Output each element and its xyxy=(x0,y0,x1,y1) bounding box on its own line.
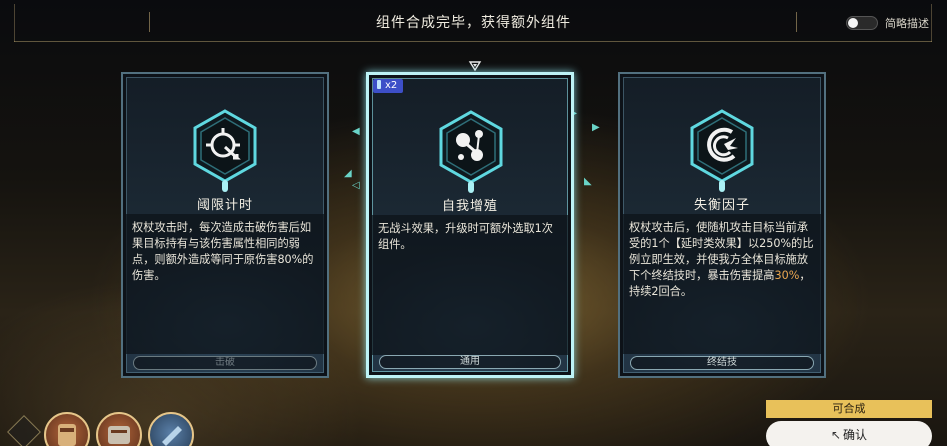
card-description: 权杖攻击时，每次造成击破伤害后如果目标持有与该伤害属性相同的弱点，则额外造成等同… xyxy=(126,214,324,354)
triangle-deco-icon: ◁ xyxy=(352,180,360,191)
brief-description-toggle[interactable] xyxy=(846,16,878,30)
count-badge: x2 xyxy=(373,79,404,93)
component-card-self-proliferation[interactable]: x2 自我增殖 无战斗效果，升级时可额外选取1次组件。 通用 xyxy=(366,72,574,378)
crosshair-arrow-icon xyxy=(187,108,263,184)
toggle-knob xyxy=(848,18,858,28)
cursor-icon: ↖ xyxy=(830,428,842,442)
component-menu-icon[interactable] xyxy=(7,415,41,446)
confirm-button[interactable]: ↖ 确认 xyxy=(766,421,932,446)
triangle-deco-icon: ◢ xyxy=(344,168,352,179)
equipped-component-slot[interactable] xyxy=(148,412,194,446)
card-title: 失衡因子 xyxy=(693,198,750,213)
component-slot-icon xyxy=(108,426,130,444)
card-description: 权杖攻击后，使随机攻击目标当前承受的1个【延时类效果】以250%的比例立即生效，… xyxy=(623,214,821,354)
molecule-icon xyxy=(433,109,509,185)
triangle-deco-icon: ◀ xyxy=(352,126,360,137)
component-slot-icon xyxy=(162,426,182,446)
triangle-deco-icon: ▶ xyxy=(592,122,600,133)
count-badge-text: x2 xyxy=(385,80,398,91)
craftable-status: 可合成 xyxy=(766,400,932,418)
component-card-liminal-timer[interactable]: 阈限计时 权杖攻击时，每次造成击破伤害后如果目标持有与该伤害属性相同的弱点，则额… xyxy=(121,72,329,378)
selection-marker-icon xyxy=(468,59,482,73)
level-pip xyxy=(719,180,725,192)
component-slot-icon xyxy=(58,424,76,446)
card-title: 阈限计时 xyxy=(196,198,253,213)
claw-swirl-icon xyxy=(684,108,760,184)
equipped-component-slot[interactable] xyxy=(44,412,90,446)
level-pip xyxy=(468,181,474,193)
component-card-imbalance-factor[interactable]: 失衡因子 权杖攻击后，使随机攻击目标当前承受的1个【延时类效果】以250%的比例… xyxy=(618,72,826,378)
card-title: 自我增殖 xyxy=(441,199,498,214)
card-type-tag: 终结技 xyxy=(630,356,814,370)
card-description: 无战斗效果，升级时可额外选取1次组件。 xyxy=(372,215,568,355)
card-description-highlight: 30% xyxy=(774,269,800,282)
card-type-tag: 通用 xyxy=(379,355,561,369)
level-pip xyxy=(222,180,228,192)
page-title: 组件合成完毕，获得额外组件 xyxy=(376,15,571,31)
triangle-deco-icon: ◣ xyxy=(584,176,592,187)
confirm-label: 确认 xyxy=(843,428,868,442)
brief-description-label: 简略描述 xyxy=(885,17,929,30)
equipped-component-slot[interactable] xyxy=(96,412,142,446)
card-type-tag: 击破 xyxy=(133,356,317,370)
badge-bar-icon xyxy=(377,80,381,89)
